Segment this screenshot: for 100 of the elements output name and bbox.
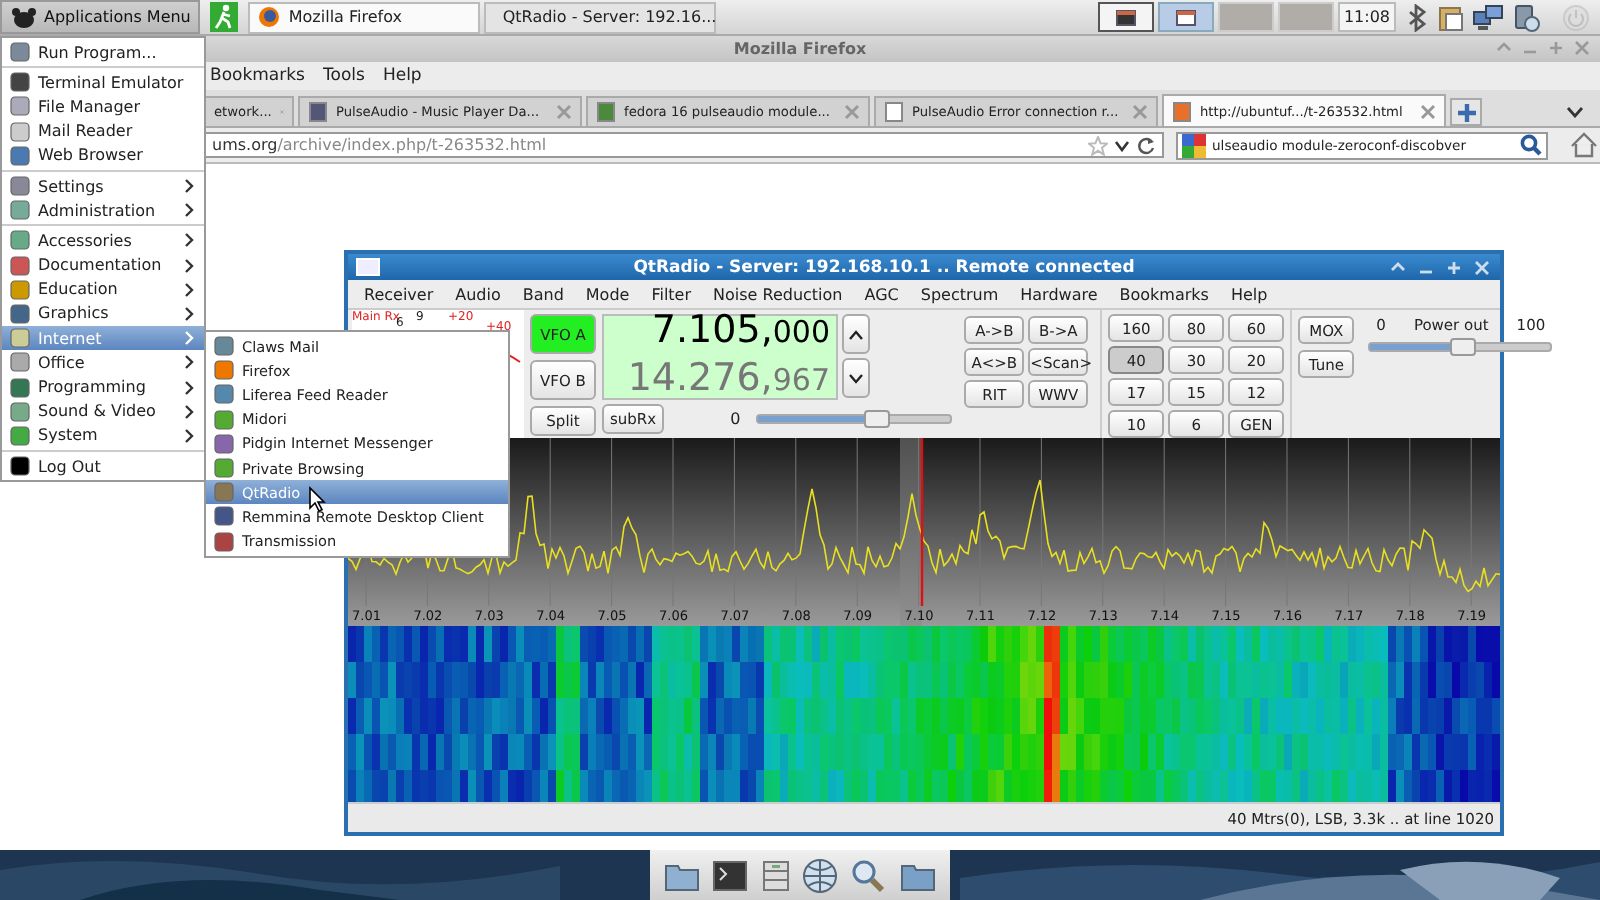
app-icon — [214, 409, 234, 430]
reload-icon[interactable] — [1136, 135, 1156, 155]
app-icon — [10, 255, 30, 276]
chevron-down-icon[interactable] — [1114, 139, 1130, 151]
menu-item[interactable]: Documentation — [2, 253, 204, 278]
app-icon — [10, 72, 30, 93]
workspace-button[interactable] — [1097, 2, 1154, 32]
workspace-button[interactable] — [1157, 2, 1214, 32]
update-icon[interactable] — [1512, 3, 1540, 31]
tune-down-button[interactable] — [842, 358, 870, 398]
home-icon[interactable] — [1570, 132, 1598, 158]
menu-item[interactable]: Education — [2, 277, 204, 302]
menu-item[interactable]: Tools — [323, 66, 365, 86]
app-icon — [10, 425, 30, 446]
clock[interactable]: 11:08 — [1337, 2, 1396, 32]
menu-item[interactable]: Settings — [2, 173, 204, 199]
plus-icon — [1457, 103, 1475, 121]
gain-slider[interactable] — [756, 414, 953, 424]
bluetooth-icon[interactable] — [1406, 3, 1430, 31]
menu-item[interactable]: Terminal Emulator — [2, 70, 204, 95]
frequency-readout: 14.276,967 — [627, 357, 830, 403]
folder-icon[interactable] — [664, 859, 701, 891]
menu-item[interactable]: Programming — [2, 374, 204, 400]
app-icon — [10, 401, 30, 422]
menu-item[interactable]: File Manager — [2, 94, 204, 120]
menu-item[interactable]: Receiver — [364, 285, 434, 303]
menu-item[interactable]: Accessories — [2, 228, 204, 253]
page-icon — [596, 102, 616, 122]
clipboard-icon[interactable] — [1438, 3, 1464, 31]
search-icon[interactable] — [1520, 134, 1542, 156]
exit-icon[interactable] — [210, 2, 239, 32]
menu-item[interactable]: Bookmarks — [210, 66, 305, 86]
app-icon — [10, 456, 30, 477]
menu-item[interactable]: Help — [1230, 285, 1268, 303]
taskbar-button[interactable]: Mozilla Firefox — [248, 1, 481, 33]
menu-item[interactable]: Log Out — [2, 454, 204, 479]
menu-item[interactable]: Web Browser — [2, 143, 204, 168]
menu-item[interactable]: AGC — [864, 285, 899, 303]
frequency-readout: 7.105,000 — [651, 309, 830, 355]
menu-item[interactable]: Filter — [651, 285, 692, 303]
window-icon — [356, 258, 380, 276]
applications-menu-button[interactable]: Applications Menu — [0, 0, 201, 34]
app-icon — [214, 458, 234, 479]
network-icon[interactable] — [1472, 3, 1504, 31]
power-slider[interactable] — [1368, 342, 1553, 352]
app-icon — [214, 482, 234, 503]
menu-item[interactable]: Administration — [2, 198, 204, 223]
search-icon[interactable] — [850, 857, 887, 893]
page-icon — [1172, 101, 1192, 121]
folder-icon[interactable] — [899, 859, 936, 891]
menu-item[interactable]: Sound & Video — [2, 399, 204, 424]
menu-item[interactable]: Hardware — [1020, 285, 1098, 303]
menu-item[interactable]: Run Program... — [2, 40, 204, 65]
page-icon — [308, 102, 328, 122]
app-icon — [10, 303, 30, 324]
search-engine-icon[interactable] — [1182, 133, 1206, 157]
app-icon — [214, 360, 234, 381]
mouse-icon — [10, 5, 38, 29]
menu-item[interactable]: Audio — [455, 285, 501, 303]
app-icon — [214, 531, 234, 552]
window-icon — [1115, 9, 1136, 25]
terminal-icon[interactable] — [712, 859, 749, 891]
app-icon — [10, 279, 30, 300]
tune-up-button[interactable] — [842, 314, 870, 354]
chevron-down-icon — [848, 373, 864, 383]
close-icon[interactable] — [1420, 103, 1436, 119]
menu-item[interactable]: Office — [2, 350, 204, 375]
app-icon — [10, 121, 30, 142]
chevron-down-icon[interactable] — [1566, 106, 1584, 118]
slider-thumb[interactable] — [863, 410, 890, 428]
app-icon — [10, 328, 30, 349]
menu-item[interactable]: Band — [522, 285, 564, 303]
menu-item[interactable]: Spectrum — [920, 285, 999, 303]
app-icon — [214, 506, 234, 527]
menu-item[interactable]: Help — [382, 66, 422, 86]
slider-value: 0 — [730, 410, 741, 428]
mouse-cursor-icon — [308, 486, 326, 512]
window-title: QtRadio - Server: 192.168.10.1 .. Remote connected — [631, 257, 1137, 277]
star-icon[interactable] — [1088, 135, 1108, 155]
app-icon — [10, 42, 30, 63]
window-title: Mozilla Firefox — [733, 40, 867, 58]
menu-item[interactable]: Graphics — [2, 301, 204, 327]
taskbar-button[interactable]: QtRadio - Server: 192.16... — [484, 1, 717, 33]
chevron-up-icon — [848, 329, 864, 339]
globe-icon[interactable] — [802, 857, 839, 893]
menu-item[interactable]: System — [2, 423, 204, 448]
app-icon — [10, 145, 30, 166]
app-icon — [10, 230, 30, 251]
menu-item[interactable]: Mail Reader — [2, 119, 204, 144]
address-field[interactable]: ums.org/archive/index.php/t-263532.html — [204, 132, 1164, 158]
slider-thumb[interactable] — [1450, 338, 1477, 356]
new-tab-button[interactable] — [1450, 98, 1482, 126]
window-icon — [1175, 9, 1196, 25]
menu-item[interactable]: Bookmarks — [1119, 285, 1209, 303]
cabinet-icon[interactable] — [761, 859, 790, 891]
app-icon — [214, 384, 234, 405]
app-icon — [10, 96, 30, 117]
menu-item[interactable]: Mode — [585, 285, 630, 303]
menu-item[interactable]: Noise Reduction — [713, 285, 843, 303]
app-icon — [10, 176, 30, 197]
